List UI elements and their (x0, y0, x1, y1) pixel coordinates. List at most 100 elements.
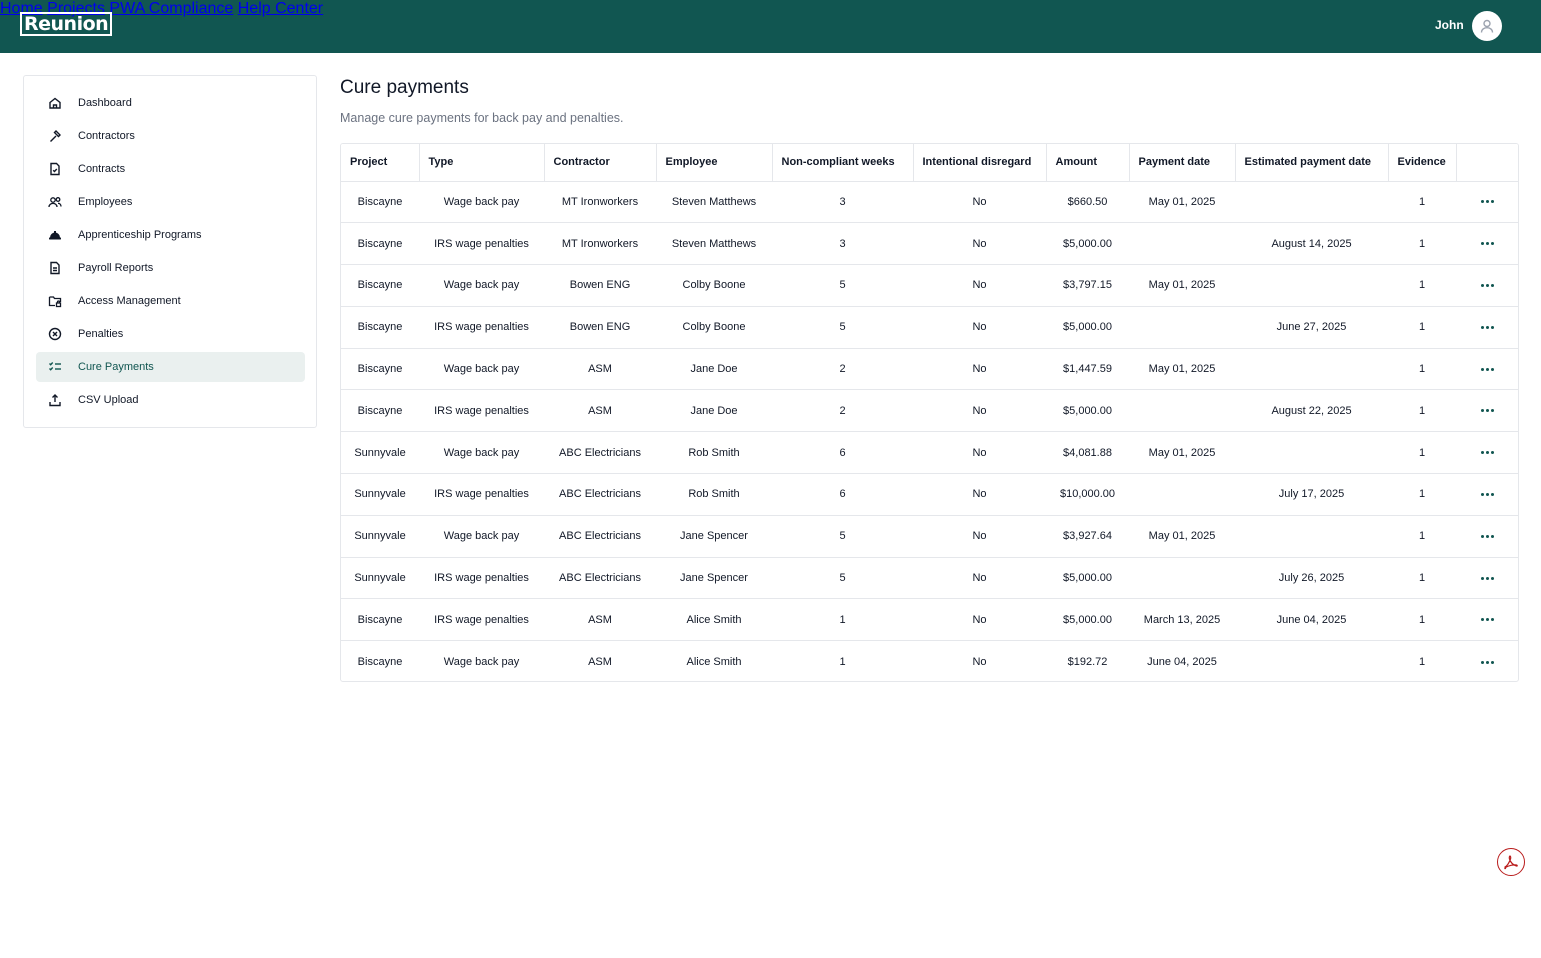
cell-type: IRS wage penalties (419, 306, 544, 349)
table-row: Biscayne IRS wage penalties Bowen ENG Colby… (341, 306, 1518, 349)
cell-project: Sunnyvale (341, 431, 419, 475)
nav-help-center[interactable]: Help Center (238, 0, 323, 17)
cell-amount: $5,000.00 (1046, 222, 1129, 266)
sidebar-item-employees[interactable]: Employees (36, 187, 305, 217)
user-icon (1480, 19, 1494, 33)
cell-intentional-disregard: No (913, 222, 1046, 266)
sidebar-item-apprenticeship-programs[interactable]: Apprenticeship Programs (36, 220, 305, 250)
avatar[interactable] (1472, 11, 1502, 41)
row-actions-more-icon[interactable] (1474, 486, 1501, 502)
cell-contractor: MT Ironworkers (544, 181, 656, 224)
table-row: Biscayne IRS wage penalties ASM Jane Doe 2 No… (341, 389, 1518, 433)
cell-amount: $1,447.59 (1046, 348, 1129, 391)
row-actions-more-icon[interactable] (1474, 612, 1501, 628)
row-actions-more-icon[interactable] (1474, 236, 1501, 252)
row-actions-more-icon[interactable] (1474, 445, 1501, 461)
row-actions-more-icon[interactable] (1474, 528, 1501, 544)
sidebar-item-contracts[interactable]: Contracts (36, 154, 305, 184)
cell-payment-date: May 01, 2025 (1129, 431, 1235, 475)
cell-type: IRS wage penalties (419, 222, 544, 266)
cell-amount: $5,000.00 (1046, 306, 1129, 349)
column-header[interactable]: Contractor (544, 144, 657, 182)
cell-payment-date (1129, 306, 1235, 349)
cell-non-compliant-weeks: 3 (772, 222, 913, 266)
cell-employee: Jane Spencer (656, 557, 772, 600)
cell-non-compliant-weeks: 1 (772, 598, 913, 642)
nav-pwa-compliance[interactable]: PWA Compliance (109, 0, 233, 17)
row-actions-more-icon[interactable] (1474, 194, 1501, 210)
user-name[interactable]: John (1435, 18, 1464, 32)
column-header[interactable]: Evidence (1388, 144, 1457, 182)
sidebar-item-payroll-reports[interactable]: Payroll Reports (36, 253, 305, 283)
cell-intentional-disregard: No (913, 181, 1046, 224)
sidebar-item-dashboard[interactable]: Dashboard (36, 88, 305, 118)
sidebar-item-penalties[interactable]: Penalties (36, 319, 305, 349)
column-header[interactable]: Type (419, 144, 545, 182)
row-actions-more-icon[interactable] (1474, 570, 1501, 586)
cell-payment-date: May 01, 2025 (1129, 181, 1235, 224)
cell-contractor: ASM (544, 348, 656, 391)
column-header[interactable]: Non-compliant weeks (772, 144, 914, 182)
cell-estimated-payment-date (1235, 515, 1388, 558)
cell-type: IRS wage penalties (419, 557, 544, 600)
document-check-icon (50, 162, 60, 176)
column-header[interactable]: Project (341, 144, 420, 182)
cell-estimated-payment-date (1235, 264, 1388, 307)
row-actions-more-icon[interactable] (1474, 403, 1501, 419)
cure-payments-table: Project Type Contractor Employee Non-com… (340, 143, 1519, 682)
cell-evidence: 1 (1388, 181, 1456, 224)
cell-contractor: ASM (544, 598, 656, 642)
cell-type: Wage back pay (419, 264, 544, 307)
column-header-actions (1456, 144, 1518, 182)
report-icon (50, 261, 60, 275)
cell-non-compliant-weeks: 5 (772, 264, 913, 307)
cell-employee: Colby Boone (656, 306, 772, 349)
cell-contractor: MT Ironworkers (544, 222, 656, 266)
sidebar-item-label: Apprenticeship Programs (78, 229, 202, 241)
cell-project: Sunnyvale (341, 557, 419, 600)
cell-actions (1456, 264, 1518, 307)
cell-actions (1456, 598, 1518, 642)
sidebar: Dashboard Contractors Contracts Employee… (23, 75, 317, 428)
sidebar-item-cure-payments[interactable]: Cure Payments (36, 352, 305, 382)
cell-payment-date: May 01, 2025 (1129, 348, 1235, 391)
cell-intentional-disregard: No (913, 348, 1046, 391)
cell-actions (1456, 306, 1518, 349)
sidebar-item-access-management[interactable]: Access Management (36, 286, 305, 316)
cell-evidence: 1 (1388, 306, 1456, 349)
reunion-logo[interactable]: Reunion (20, 12, 113, 36)
column-header[interactable]: Amount (1046, 144, 1130, 182)
column-header[interactable]: Intentional disregard (913, 144, 1047, 182)
cell-project: Sunnyvale (341, 515, 419, 558)
column-header[interactable]: Employee (656, 144, 773, 182)
sidebar-item-contractors[interactable]: Contractors (36, 121, 305, 151)
cell-employee: Jane Doe (656, 348, 772, 391)
column-header[interactable]: Payment date (1129, 144, 1236, 182)
pdf-icon (1504, 855, 1518, 870)
cell-actions (1456, 431, 1518, 475)
cell-actions (1456, 641, 1518, 681)
sidebar-item-label: Dashboard (78, 97, 132, 109)
cell-non-compliant-weeks: 2 (772, 389, 913, 433)
cell-amount: $5,000.00 (1046, 557, 1129, 600)
cell-employee: Alice Smith (656, 598, 772, 642)
pdf-export-button[interactable] (1497, 848, 1525, 876)
sidebar-item-label: CSV Upload (78, 394, 139, 406)
cell-actions (1456, 348, 1518, 391)
row-actions-more-icon[interactable] (1474, 654, 1501, 670)
cell-non-compliant-weeks: 3 (772, 181, 913, 224)
cell-evidence: 1 (1388, 389, 1456, 433)
cell-evidence: 1 (1388, 515, 1456, 558)
row-actions-more-icon[interactable] (1474, 361, 1501, 377)
cell-amount: $5,000.00 (1046, 389, 1129, 433)
row-actions-more-icon[interactable] (1474, 277, 1501, 293)
sidebar-item-csv-upload[interactable]: CSV Upload (36, 385, 305, 415)
row-actions-more-icon[interactable] (1474, 319, 1501, 335)
cell-amount: $3,797.15 (1046, 264, 1129, 307)
upload-icon (49, 394, 61, 407)
cell-type: Wage back pay (419, 348, 544, 391)
cell-evidence: 1 (1388, 264, 1456, 307)
column-header[interactable]: Estimated payment date (1235, 144, 1389, 182)
cell-employee: Jane Spencer (656, 515, 772, 558)
cell-estimated-payment-date (1235, 181, 1388, 224)
